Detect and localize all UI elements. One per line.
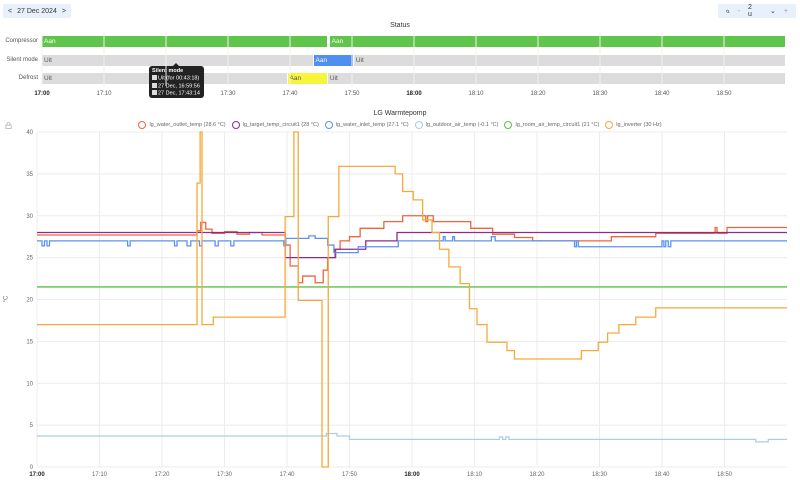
x-tick-label: 18:10	[467, 472, 483, 478]
y-tick-label: 30	[26, 214, 33, 220]
y-tick-label: 20	[26, 298, 33, 304]
y-tick-label: 15	[26, 339, 33, 345]
x-tick-label: 18:00	[404, 472, 420, 478]
y-tick-label: 35	[26, 172, 33, 178]
x-tick-label: 17:00	[29, 472, 45, 478]
x-tick-label: 18:40	[654, 472, 670, 478]
y-tick-label: 0	[30, 465, 34, 471]
x-tick-label: 18:50	[717, 472, 733, 478]
y-tick-label: 5	[30, 423, 34, 429]
line-chart: 0 5 10 15 20 25 30 35 40 17:00 17:10 17:20 17:30 17:4…	[26, 33, 787, 478]
x-tick-label: 18:20	[529, 472, 545, 478]
x-tick-label: 17:20	[154, 472, 170, 478]
x-tick-label: 17:50	[342, 472, 358, 478]
y-tick-label: 40	[26, 130, 33, 136]
x-tick-label: 17:10	[92, 472, 108, 478]
x-tick-label: 17:40	[279, 472, 295, 478]
y-tick-label: 10	[26, 381, 33, 387]
y-tick-label: 25	[26, 256, 33, 262]
x-tick-label: 17:30	[217, 472, 233, 478]
x-tick-label: 18:30	[592, 472, 608, 478]
